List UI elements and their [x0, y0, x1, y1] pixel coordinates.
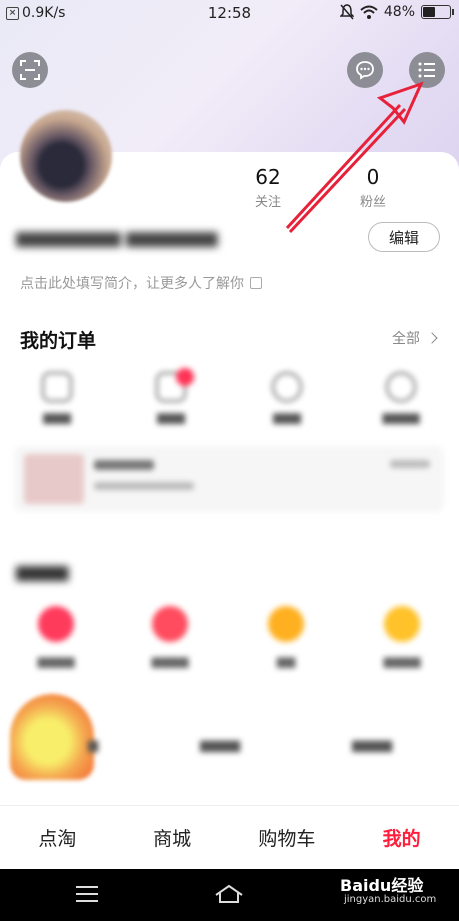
order-status-item[interactable]: ▆▆▆	[22, 372, 92, 424]
mute-bell-icon	[339, 4, 354, 20]
tool-label: ▆▆▆▆	[151, 654, 189, 668]
order-time-blur	[390, 460, 430, 468]
avatar[interactable]	[20, 110, 112, 202]
tool-item[interactable]: ▆▆▆▆	[14, 606, 98, 668]
followers-count: 0	[366, 165, 380, 189]
menu-button[interactable]	[409, 52, 445, 88]
scan-icon	[20, 60, 40, 80]
edit-icon	[250, 277, 262, 289]
wallet-icon	[42, 372, 72, 402]
status-bar: × 0.9K/s 12:58 48%	[0, 0, 459, 28]
stat-following[interactable]: 62 关注	[238, 165, 298, 210]
tool-label: ▆▆▆▆	[37, 654, 75, 668]
order-thumbnail	[24, 454, 84, 504]
bottom-row-item[interactable]: ▆▆▆▆	[352, 738, 392, 753]
tool-icon	[268, 606, 304, 642]
battery-percent: 48%	[383, 4, 415, 20]
tab-mine[interactable]: 我的	[344, 806, 459, 869]
tools-section-title: ▆▆▆▆	[16, 562, 69, 582]
order-status-item[interactable]: ▆▆▆	[136, 368, 206, 424]
status-icons: 48%	[339, 4, 454, 20]
tool-icon	[38, 606, 74, 642]
order-status-label: ▆▆▆	[43, 410, 71, 424]
wifi-icon	[360, 5, 378, 19]
order-title-blur	[94, 460, 154, 470]
recent-order-card[interactable]	[14, 446, 444, 512]
bottom-row-item[interactable]: ▆▆▆▆	[200, 738, 240, 753]
tool-icon	[152, 606, 188, 642]
nav-home-icon[interactable]	[214, 883, 244, 905]
tool-item[interactable]: ▆▆▆▆	[360, 606, 444, 668]
tool-item[interactable]: ▆▆	[244, 606, 328, 668]
order-status-label: ▆▆▆▆	[382, 410, 420, 424]
edit-profile-button[interactable]: 编辑	[368, 222, 440, 252]
battery-level	[423, 7, 436, 17]
stat-followers[interactable]: 0 粉丝	[343, 165, 403, 210]
scan-button[interactable]	[12, 52, 48, 88]
review-icon	[272, 372, 302, 402]
order-status-label: ▆▆▆	[273, 410, 301, 424]
order-badge	[176, 368, 194, 386]
bio-prompt[interactable]: 点击此处填写简介，让更多人了解你	[20, 273, 262, 293]
order-status-item[interactable]: ▆▆▆▆	[366, 372, 436, 424]
nav-menu-icon[interactable]	[76, 886, 98, 902]
bottom-tab-bar: 点淘 商城 购物车 我的	[0, 805, 459, 869]
orders-title: 我的订单	[20, 330, 97, 352]
refund-icon	[386, 372, 416, 402]
watermark-url: jingyan.baidu.com	[344, 894, 437, 905]
tab-cart[interactable]: 购物车	[230, 806, 345, 869]
menu-list-icon	[418, 62, 435, 78]
order-status-item[interactable]: ▆▆▆	[252, 372, 322, 424]
tool-label: ▆▆▆▆	[383, 654, 421, 668]
floating-promo-badge[interactable]	[10, 694, 94, 780]
tab-mall[interactable]: 商城	[115, 806, 230, 869]
chat-button[interactable]	[347, 52, 383, 88]
tool-icon	[384, 606, 420, 642]
tab-diantao[interactable]: 点淘	[0, 806, 115, 869]
followers-label: 粉丝	[359, 195, 386, 210]
following-label: 关注	[254, 195, 281, 210]
chevron-right-icon	[426, 332, 438, 344]
watermark-brand: Baidu经验	[340, 876, 424, 895]
stat-hidden[interactable]	[130, 165, 190, 167]
tool-label: ▆▆	[276, 654, 296, 668]
order-desc-blur	[94, 482, 194, 490]
tool-item[interactable]: ▆▆▆▆	[128, 606, 212, 668]
username-blurred: ▆▆▆▆▆▆▆▆ ▆▆▆▆▆▆▆	[16, 228, 218, 248]
following-count: 62	[255, 165, 281, 189]
chat-icon	[356, 61, 374, 80]
bio-text: 点击此处填写简介，让更多人了解你	[20, 276, 244, 292]
orders-all-label: 全部	[392, 331, 420, 347]
bottom-row-item[interactable]: ▆	[88, 738, 98, 753]
orders-all-link[interactable]: 全部	[392, 328, 438, 348]
order-status-label: ▆▆▆	[157, 410, 185, 424]
battery-icon	[421, 5, 454, 19]
